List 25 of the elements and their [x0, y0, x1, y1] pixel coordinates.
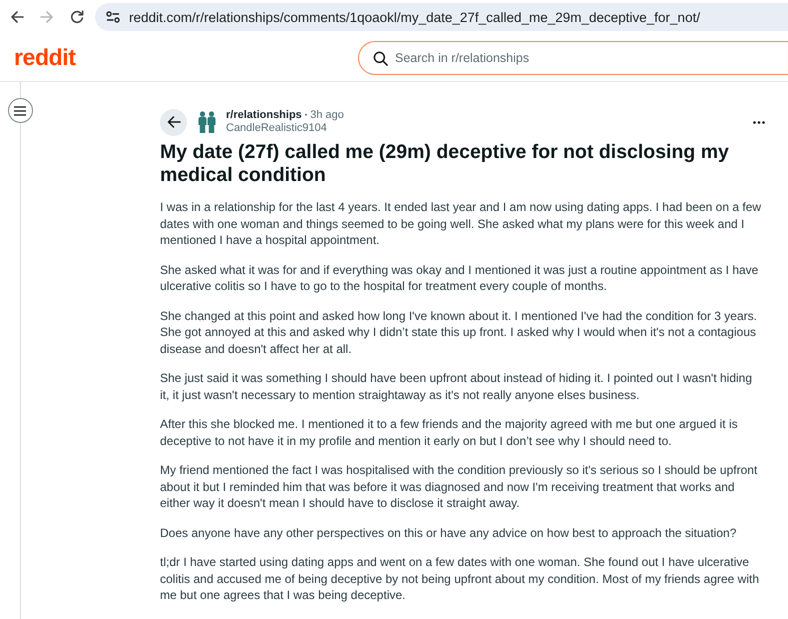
post-paragraph: Does anyone have any other perspectives on this or have any advice on how best to approach the situation?: [160, 524, 738, 541]
address-bar[interactable]: reddit.com/r/relationships/comments/1qoaokl/my_date_27f_called_me_29m_deceptive_for_not/: [95, 3, 788, 31]
author-link[interactable]: CandleRealistic9104: [226, 122, 327, 135]
left-arrow-icon: [10, 10, 24, 24]
menu-icon: [14, 106, 26, 116]
post-title: My date (27f) called me (29m) deceptive for not disclosing my medical condition: [160, 141, 730, 187]
search-icon: [373, 50, 388, 66]
back-button[interactable]: [160, 108, 187, 136]
reload-icon: [70, 10, 84, 24]
post-paragraph: After this she blocked me. I mentioned it to a few friends and the majority agreed with me but one argued it is deceptive to not have it in my profile and mention it early on but I don’t see why I should need to.: [160, 416, 739, 449]
right-arrow-icon: [40, 10, 54, 24]
search-field[interactable]: Search in r/relationships: [358, 40, 788, 74]
post-paragraph: My friend mentioned the fact I was hospitalised with the condition previously so it's serious so I should be upfront about it but I reminded him that was before it was diagnosed and now I'm receiving treatment that works and either way it doesn't mean I should have to disclose it straight away.: [160, 462, 758, 512]
menu-button[interactable]: [8, 98, 32, 123]
sliders-icon[interactable]: [106, 11, 120, 23]
subreddit-link[interactable]: r/relationships: [226, 109, 302, 122]
left-arrow-icon: [166, 116, 180, 128]
post-paragraph: She asked what it was for and if everything was okay and I mentioned it was just a routine appointment as I have ulcerative colitis so I have to go to the hospital for treatment every couple of months.: [160, 262, 760, 294]
two-people-icon[interactable]: [198, 111, 216, 133]
post-paragraph: I was in a relationship for the last 4 years. It ended last year and I am now using dating apps. I had been on a few dates with one woman and things seemed to be going well. She asked what my plans were for this week and I mentioned I have a hospital appointment.: [160, 199, 762, 248]
post-paragraph: She changed at this point and asked how long I've known about it. I mentioned I've had the condition for 3 years. She got annoyed at this and asked why I didn’t state this up front. I asked why I would when it's not a contagious disease and doesn't affect her at all.: [160, 308, 758, 357]
post-age: 3h ago: [310, 109, 344, 122]
more-options-icon: [753, 120, 765, 124]
post-paragraph: tl;dr I have started using dating apps and went on a few dates with one woman. She found out I have ulcerative colitis and accused me of being deceptive by not being upfront about my condition. Most of my friends agree with me but one agrees that I was being deceptive.: [160, 554, 760, 604]
post-paragraph: She just said it was something I should have been upfront about instead of hiding it. I pointed out I wasn't hiding it, it just wasn't necessary to mention straightaway as it's not really anyone elses business.: [160, 370, 754, 403]
